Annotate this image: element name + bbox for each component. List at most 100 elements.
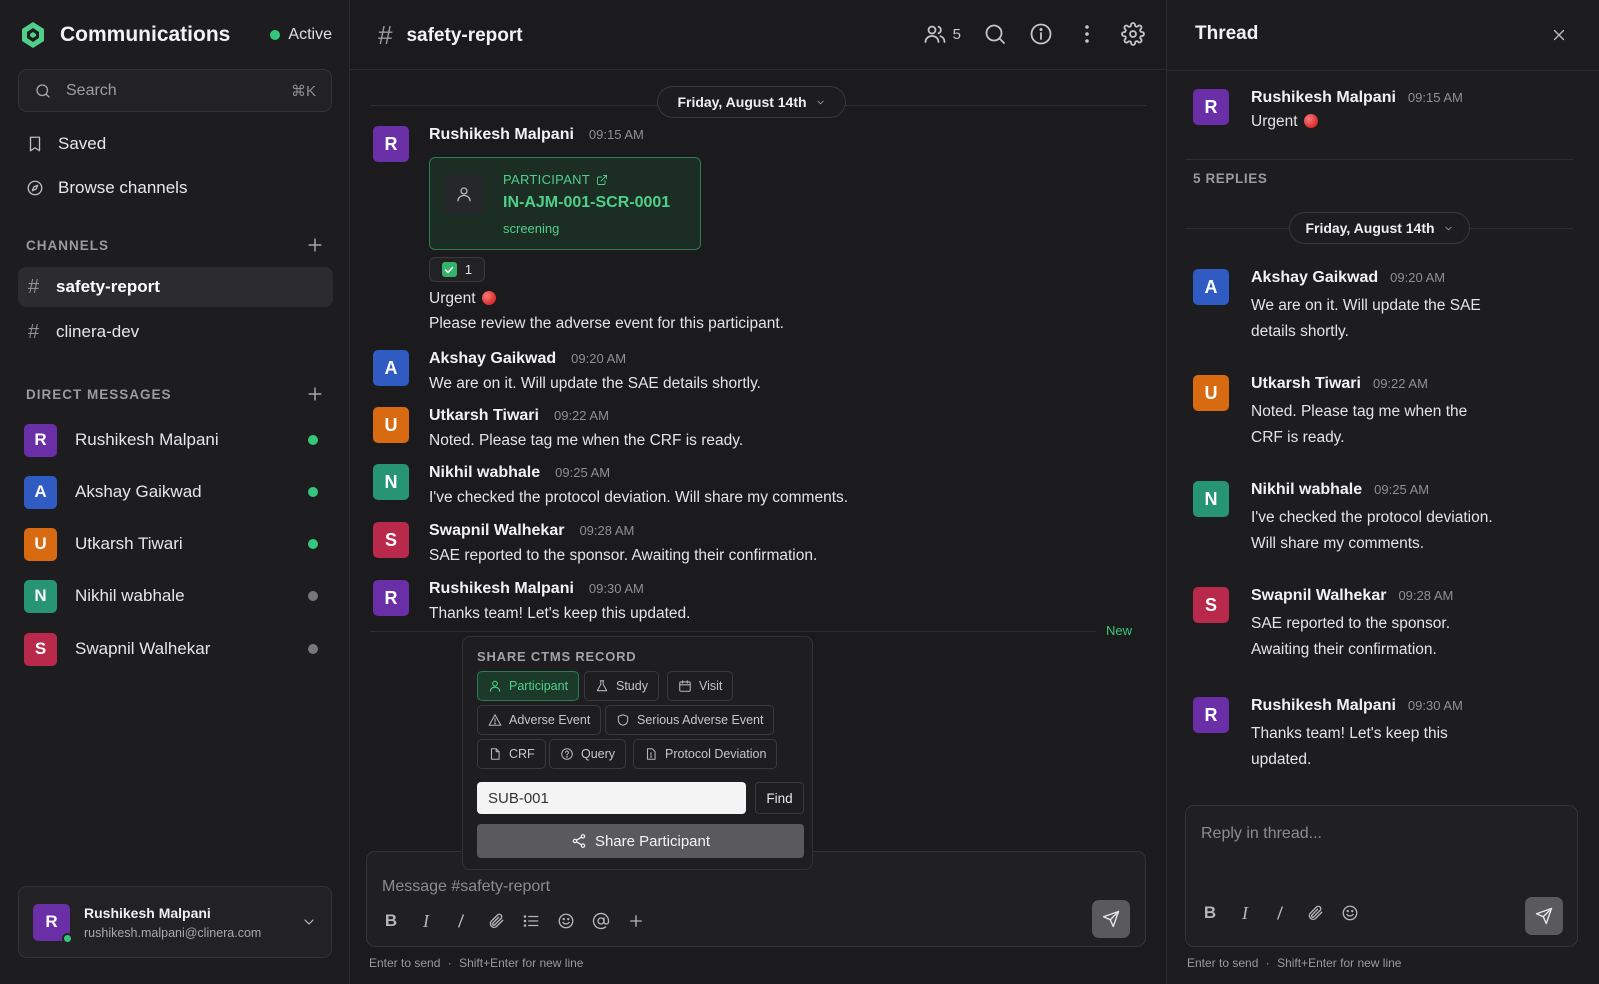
- message-body: Rushikesh Malpani 09:30 AM Thanks team! …: [1251, 697, 1571, 774]
- channel-item-safety-report[interactable]: # safety-report: [18, 267, 333, 307]
- message-author[interactable]: Akshay Gaikwad: [1251, 269, 1378, 287]
- thread-reply-composer[interactable]: Reply in thread... B I: [1185, 805, 1578, 947]
- dm-item-akshay[interactable]: A Akshay Gaikwad: [24, 474, 324, 510]
- message-author[interactable]: Rushikesh Malpani: [1251, 697, 1396, 715]
- reaction-badge[interactable]: 1: [429, 257, 485, 282]
- message-body: Utkarsh Tiwari 09:22 AM Noted. Please ta…: [1251, 375, 1571, 452]
- date-divider-pill[interactable]: Friday, August 14th: [657, 86, 846, 118]
- avatar: S: [373, 522, 409, 558]
- message-meta: Nikhil wabhale 09:25 AM: [429, 464, 1129, 482]
- chip-visit[interactable]: Visit: [667, 671, 734, 701]
- app-title: Communications: [60, 23, 231, 46]
- message-time: 09:15 AM: [588, 127, 644, 142]
- gear-icon[interactable]: [1121, 22, 1145, 46]
- new-messages-divider: [370, 631, 1096, 632]
- message-author[interactable]: Nikhil wabhale: [1251, 481, 1362, 499]
- message-text: I've checked the protocol deviation. Wil…: [429, 489, 849, 506]
- bold-icon[interactable]: B: [1200, 903, 1220, 923]
- message-author[interactable]: Utkarsh Tiwari: [429, 407, 539, 425]
- share-participant-button[interactable]: Share Participant: [477, 824, 804, 858]
- record-status: screening: [503, 221, 560, 236]
- find-button[interactable]: Find: [755, 782, 804, 814]
- dm-name: Akshay Gaikwad: [75, 482, 202, 501]
- avatar: N: [373, 464, 409, 500]
- message-author[interactable]: Utkarsh Tiwari: [1251, 375, 1361, 393]
- chip-serious-adverse-event[interactable]: Serious Adverse Event: [605, 705, 775, 735]
- send-icon: [1102, 910, 1120, 928]
- message-body: Rushikesh Malpani 09:15 AM: [429, 126, 1129, 144]
- nav-browse-label: Browse channels: [58, 178, 188, 197]
- message-body: Nikhil wabhale 09:25 AM I've checked the…: [429, 464, 1129, 509]
- thread-date-divider-pill[interactable]: Friday, August 14th: [1289, 212, 1470, 244]
- channel-name: safety-report: [56, 277, 160, 296]
- channel-name: clinera-dev: [56, 322, 140, 341]
- italic-icon[interactable]: I: [416, 911, 436, 931]
- message-meta: Akshay Gaikwad 09:20 AM: [1251, 269, 1571, 287]
- info-icon[interactable]: [1029, 22, 1053, 46]
- chip-study[interactable]: Study: [584, 671, 659, 701]
- message-body: Utkarsh Tiwari 09:22 AM Noted. Please ta…: [429, 407, 1129, 452]
- hint-separator: ·: [1265, 956, 1270, 970]
- chip-adverse-event[interactable]: Adverse Event: [477, 705, 602, 735]
- send-button[interactable]: [1092, 900, 1130, 938]
- search-box[interactable]: Search ⌘K: [18, 69, 332, 112]
- check-mark-icon: [441, 262, 457, 277]
- dm-item-utkarsh[interactable]: U Utkarsh Tiwari: [24, 526, 324, 562]
- chevron-down-icon: [815, 97, 826, 108]
- thread-send-button[interactable]: [1525, 897, 1563, 935]
- message-author[interactable]: Rushikesh Malpani: [1251, 89, 1396, 107]
- urgent-text-line: Urgent: [429, 290, 496, 308]
- message-author[interactable]: Rushikesh Malpani: [429, 126, 574, 144]
- close-icon[interactable]: [1550, 26, 1568, 44]
- avatar: U: [373, 407, 409, 443]
- message-author[interactable]: Swapnil Walhekar: [1251, 587, 1386, 605]
- file-alert-icon: [644, 747, 658, 761]
- nav-saved[interactable]: Saved: [26, 134, 106, 154]
- bold-icon[interactable]: B: [381, 911, 401, 931]
- message-author[interactable]: Nikhil wabhale: [429, 464, 540, 482]
- paperclip-icon[interactable]: [486, 911, 506, 931]
- message-author[interactable]: Akshay Gaikwad: [429, 350, 556, 368]
- chip-protocol-deviation[interactable]: Protocol Deviation: [633, 739, 778, 769]
- plus-icon[interactable]: [626, 911, 646, 931]
- emoji-icon[interactable]: [1340, 903, 1360, 923]
- chip-participant[interactable]: Participant: [477, 671, 580, 701]
- more-vertical-icon[interactable]: [1075, 22, 1099, 46]
- slash-icon[interactable]: [1270, 903, 1290, 923]
- hint-newline: Shift+Enter for new line: [1277, 956, 1402, 970]
- message-line: details shortly.: [1251, 323, 1349, 341]
- search-icon[interactable]: [983, 22, 1007, 46]
- message-meta: Rushikesh Malpani 09:15 AM: [1251, 89, 1571, 107]
- channel-header: # safety-report 5: [350, 0, 1167, 70]
- list-icon[interactable]: [521, 911, 541, 931]
- emoji-icon[interactable]: [556, 911, 576, 931]
- paperclip-icon[interactable]: [1305, 903, 1325, 923]
- chip-query[interactable]: Query: [549, 739, 627, 769]
- sidebar-header: Communications Active: [18, 18, 332, 52]
- members-button[interactable]: 5: [923, 22, 961, 46]
- channel-item-clinera-dev[interactable]: # clinera-dev: [18, 312, 333, 352]
- external-link-icon[interactable]: [596, 174, 608, 186]
- at-mention-icon[interactable]: [591, 911, 611, 931]
- current-user-card[interactable]: R Rushikesh Malpani rushikesh.malpani@cl…: [18, 886, 332, 958]
- message-line: Awaiting their confirmation.: [1251, 641, 1437, 659]
- current-user-email: rushikesh.malpani@clinera.com: [84, 925, 262, 940]
- dm-item-swapnil[interactable]: S Swapnil Walhekar: [24, 631, 324, 667]
- add-direct-message-plus-icon[interactable]: [305, 384, 325, 404]
- thread-header-divider: [1167, 70, 1599, 71]
- message-author[interactable]: Rushikesh Malpani: [429, 580, 574, 598]
- chip-crf[interactable]: CRF: [477, 739, 546, 769]
- message-author[interactable]: Swapnil Walhekar: [429, 522, 564, 540]
- chevron-down-icon[interactable]: [301, 914, 317, 930]
- status-indicator[interactable]: Active: [270, 26, 332, 44]
- add-channel-plus-icon[interactable]: [305, 235, 325, 255]
- dm-item-nikhil[interactable]: N Nikhil wabhale: [24, 578, 324, 614]
- date-divider-label: Friday, August 14th: [1305, 220, 1435, 236]
- nav-browse-channels[interactable]: Browse channels: [26, 178, 187, 198]
- record-search-input[interactable]: [477, 782, 746, 814]
- share-button-label: Share Participant: [594, 832, 711, 850]
- participant-record-card[interactable]: PARTICIPANT IN-AJM-001-SCR-0001 screenin…: [429, 157, 701, 250]
- italic-icon[interactable]: I: [1235, 903, 1255, 923]
- dm-item-rushikesh[interactable]: R Rushikesh Malpani: [24, 422, 324, 458]
- slash-icon[interactable]: [451, 911, 471, 931]
